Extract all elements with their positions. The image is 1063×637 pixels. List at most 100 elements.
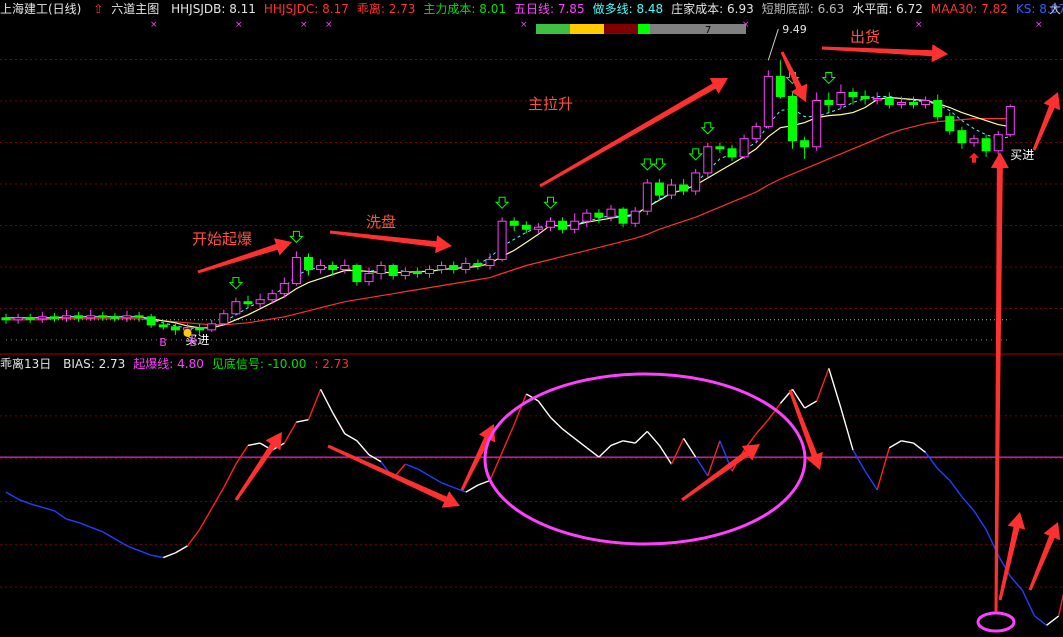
bias-line-segment [405, 463, 418, 470]
bias-line-segment [1046, 615, 1060, 626]
candle-body [473, 262, 483, 266]
bias-line-segment [296, 419, 309, 423]
ma-slow-line [6, 117, 1011, 326]
header-mark: × [235, 20, 243, 30]
peak-leader [767, 28, 779, 61]
candle-body [800, 140, 810, 148]
down-arrow-icon [543, 196, 558, 209]
bias-line-segment [864, 470, 878, 491]
bias-line-segment [913, 442, 927, 453]
bias-line-segment [501, 424, 515, 453]
bias-line-segment [1021, 589, 1036, 617]
candle-body [981, 138, 991, 152]
bias-line-segment [828, 368, 842, 409]
ma-fast-line [6, 96, 1011, 329]
bias-line-segment [477, 479, 491, 486]
annotation-arrow-shape [234, 432, 282, 501]
arrow-main-up [539, 78, 728, 188]
bias-line-segment [973, 510, 987, 530]
candle-body [969, 138, 979, 144]
bias-line-segment [840, 407, 854, 451]
bias-line-segment [163, 552, 176, 559]
strength-segment [604, 24, 638, 34]
bias-line-segment [198, 508, 213, 530]
candle-body [630, 210, 640, 224]
candle-body [388, 264, 398, 277]
header-mark: × [742, 20, 750, 30]
candle-body [957, 130, 967, 144]
candle-body [195, 327, 205, 331]
candle-body [231, 301, 241, 315]
bias-line-segment [344, 433, 358, 442]
arrow-end-up [1032, 92, 1061, 151]
annotation-main-up: 主拉升 [528, 95, 573, 113]
bias-line-segment [114, 538, 128, 547]
bias-line-segment [670, 438, 685, 465]
bias-line-segment [54, 510, 67, 520]
candle-body [328, 264, 338, 271]
bias-line-segment [586, 447, 600, 458]
annotation-arrow-shape [327, 444, 461, 508]
bias-line-segment [283, 421, 298, 444]
candle-body [316, 264, 326, 271]
bias-line-segment [622, 440, 636, 444]
bias-line-segment [537, 400, 552, 418]
candle-body [860, 95, 870, 99]
candle-body [933, 99, 943, 118]
down-arrow-icon [640, 158, 655, 171]
candle-body [304, 256, 313, 271]
bias-line-segment [175, 545, 188, 554]
bias-line-segment [695, 456, 709, 477]
strength-segment [650, 24, 746, 34]
candle-body [715, 146, 725, 150]
bias-line-segment [658, 445, 673, 465]
candle-body [243, 301, 253, 305]
candle-body [896, 102, 906, 106]
bias-line-segment [1058, 592, 1063, 617]
chart-window: 上海建工(日线) ⇧ 六道主图 HHJSJDB: 8.11 HHJSJDC: 8.1… [0, 0, 1063, 637]
candle-body [267, 293, 277, 301]
bias-line-segment [319, 389, 334, 414]
candle-body [763, 75, 773, 128]
bias-line-segment [816, 368, 830, 402]
candle-body [1, 317, 11, 321]
bias-line-segment [307, 389, 322, 420]
bias-line-segment [646, 430, 660, 446]
bias-line-segment [126, 545, 140, 552]
candle-body [170, 326, 180, 331]
candle-body [533, 226, 543, 230]
annotation-arrow-shape [1032, 92, 1061, 151]
b-marker: B [159, 336, 167, 349]
bias-line-segment [755, 419, 769, 435]
candle-body [412, 271, 422, 275]
bias-line-segment [634, 430, 648, 444]
candle-body [207, 323, 217, 331]
bias-line-segment [417, 468, 430, 477]
bias-line-segment [610, 440, 624, 447]
candle-body [909, 102, 918, 106]
bias-line-segment [17, 498, 31, 505]
candle-body [654, 182, 664, 196]
bias-line-segment [961, 496, 975, 512]
chart-svg[interactable]: 7 9.49买进买进B B开始起爆洗盘主拉升出货× × × × × × × × [0, 0, 1063, 637]
bias-line-segment [804, 400, 818, 409]
bias-line-segment [223, 463, 237, 488]
arrow-bias-1 [234, 432, 282, 501]
candle-body [642, 182, 652, 212]
bias-line-segment [683, 438, 697, 458]
down-arrow-icon [228, 277, 244, 290]
candle-body [255, 299, 265, 305]
bias-line-segment [598, 444, 612, 458]
candle-body [509, 220, 519, 226]
candle-body [86, 315, 96, 319]
bias-line-segment [901, 440, 914, 444]
bias-line-segment [1009, 575, 1023, 591]
candle-body [110, 316, 120, 319]
candle-body [667, 184, 676, 196]
candle-body [606, 208, 616, 218]
bias-line-segment [235, 445, 249, 465]
candle-body [25, 317, 35, 320]
bias-line-segment [937, 468, 951, 481]
candle-body [872, 97, 882, 101]
bias-line-segment [550, 416, 564, 430]
